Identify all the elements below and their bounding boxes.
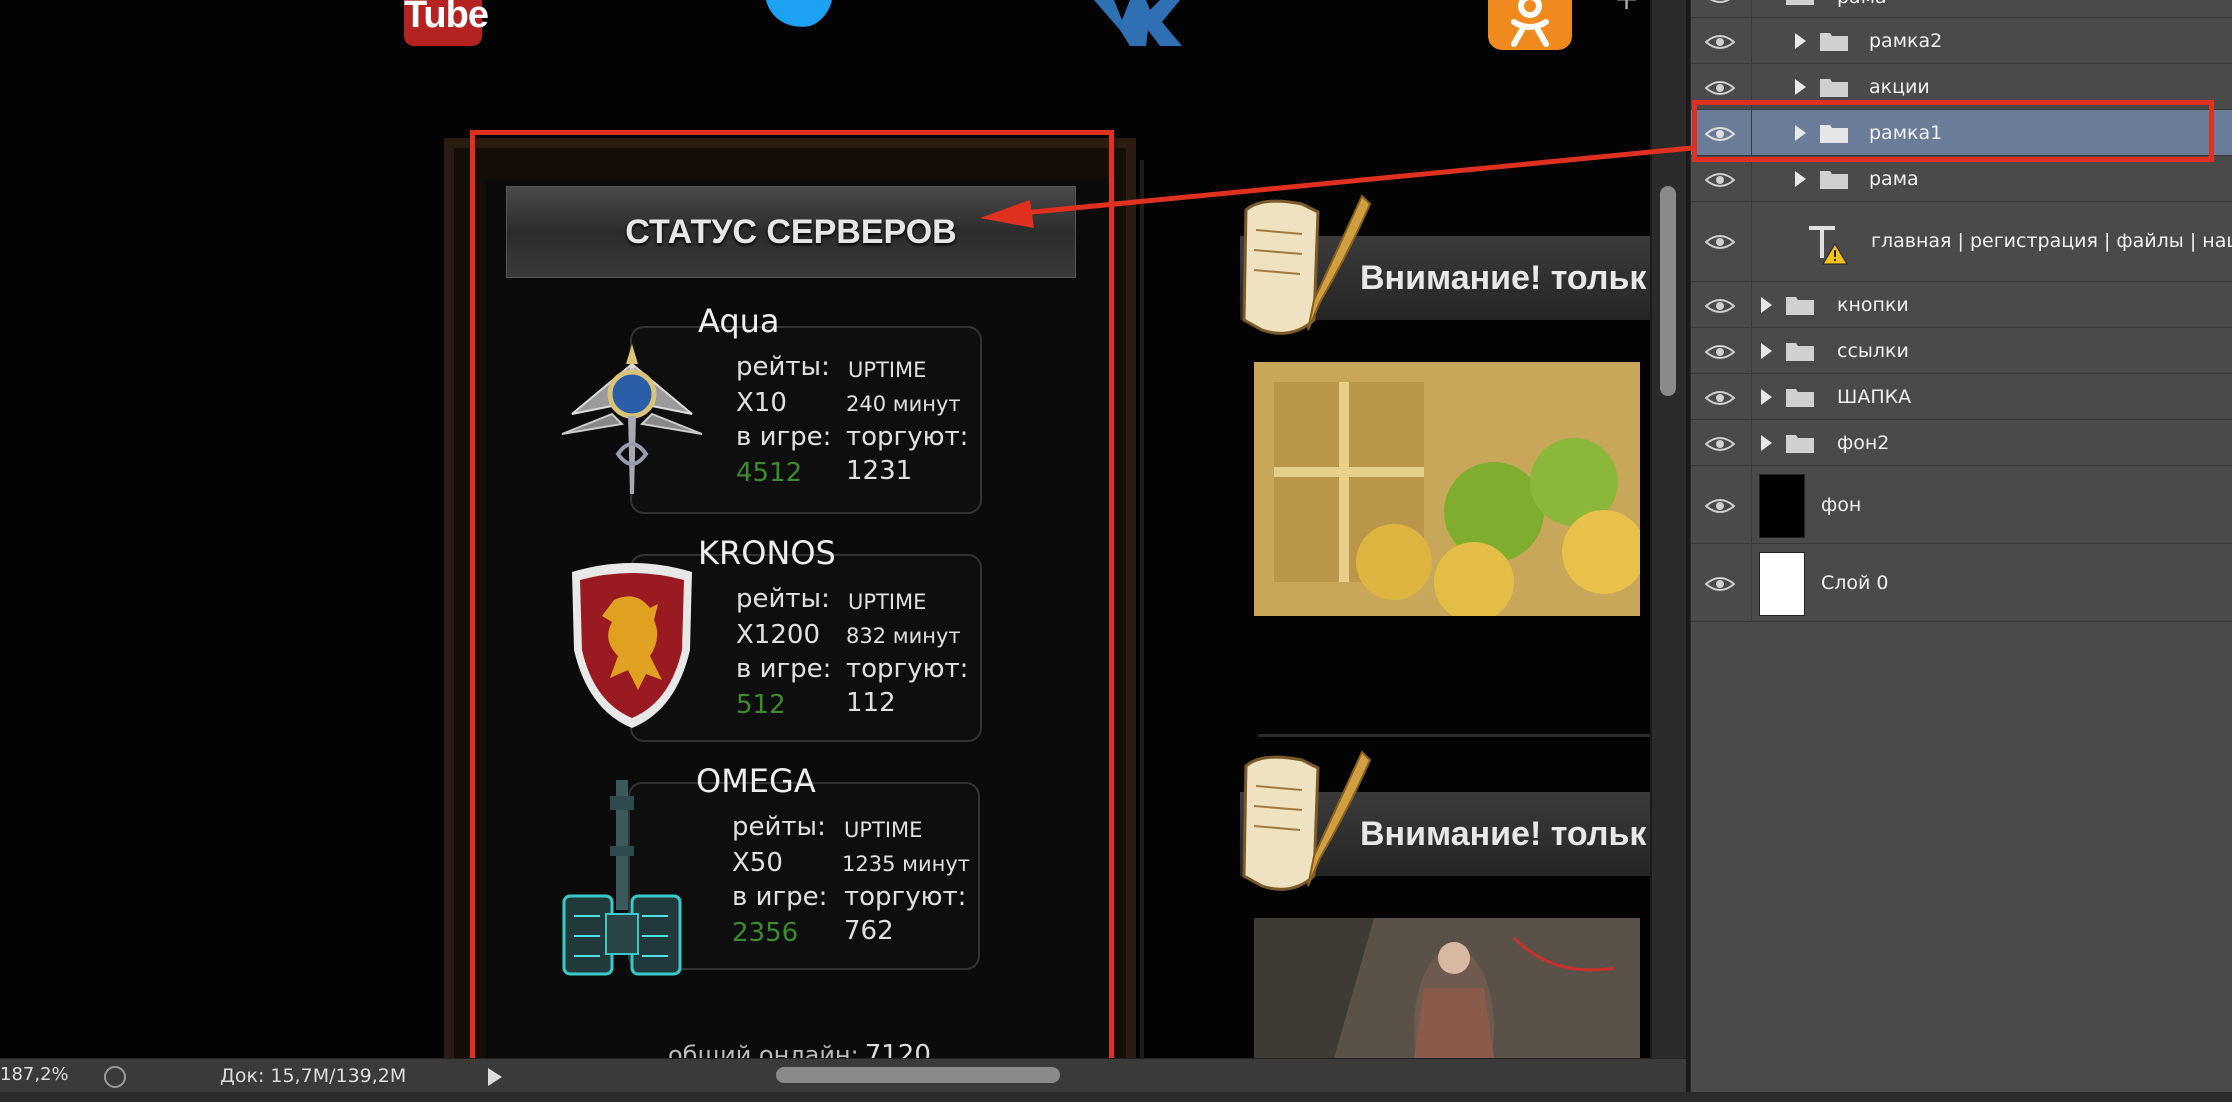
text-layer-icon [1809, 226, 1848, 265]
eye-column-separator [1751, 420, 1752, 465]
eye-column-separator [1751, 202, 1752, 281]
eye-icon[interactable] [1705, 436, 1735, 452]
plus-icon: + [1614, 0, 1639, 17]
layer-row[interactable]: фон [1691, 466, 2232, 544]
status-menu-arrow-icon[interactable] [488, 1068, 502, 1086]
status-bar: 187,2% Док: 15,7M/139,2M [0, 1058, 1686, 1093]
eye-icon[interactable] [1705, 344, 1735, 360]
layer-row[interactable]: кнопки [1691, 282, 2232, 328]
eye-column-separator [1751, 328, 1752, 373]
expand-triangle-icon[interactable] [1761, 297, 1772, 313]
scroll-quill-icon [1242, 750, 1372, 891]
annotation-layer-highlight [1692, 100, 2214, 162]
eye-icon[interactable] [1705, 0, 1735, 4]
eye-icon[interactable] [1705, 390, 1735, 406]
eye-column-separator [1751, 156, 1752, 201]
layer-name: Слой 0 [1821, 572, 1889, 594]
zoom-level[interactable]: 187,2% [0, 1064, 69, 1085]
vk-icon[interactable] [1090, 0, 1186, 46]
folder-icon [1786, 435, 1814, 453]
layer-name: ссылки [1837, 340, 1909, 362]
news-title: Внимание! тольк [1360, 259, 1647, 297]
layer-thumbnail [1759, 474, 1805, 538]
annotation-highlight-box [470, 130, 1114, 1058]
layer-name: рама [1837, 0, 1887, 8]
layer-row[interactable]: рамка2 [1691, 18, 2232, 64]
news-title: Внимание! тольк [1360, 815, 1647, 853]
layer-row[interactable]: ШАПКА [1691, 374, 2232, 420]
layer-name: рамка2 [1869, 30, 1943, 52]
layer-name: фон [1821, 494, 1862, 516]
expand-triangle-icon[interactable] [1795, 33, 1806, 49]
news-separator [1258, 734, 1650, 737]
layer-name: кнопки [1837, 294, 1909, 316]
layer-name: рама [1869, 168, 1919, 190]
eye-icon[interactable] [1705, 576, 1735, 592]
ok-glyph-icon [1511, 0, 1549, 47]
eye-column-separator [1751, 282, 1752, 327]
eye-column-separator [1751, 0, 1752, 17]
youtube-label: Tube [404, 0, 489, 36]
vertical-scroll-thumb[interactable] [1660, 186, 1676, 396]
armored-warrior-image [1254, 918, 1640, 1058]
layer-row[interactable]: фон2 [1691, 420, 2232, 466]
expand-triangle-icon[interactable] [1761, 389, 1772, 405]
layer-row[interactable]: рама [1691, 0, 2232, 18]
layer-row[interactable]: рама [1691, 156, 2232, 202]
christmas-ornaments-image [1254, 362, 1640, 616]
odnoklassniki-icon[interactable] [1488, 0, 1572, 50]
canvas-vertical-scrollbar[interactable] [1652, 0, 1686, 1058]
eye-icon[interactable] [1705, 498, 1735, 514]
eye-icon[interactable] [1705, 234, 1735, 250]
eye-icon[interactable] [1705, 298, 1735, 314]
layers-panel: рама рамка2 акции рамка1 рама [1690, 0, 2232, 1092]
layer-name: акции [1869, 76, 1930, 98]
folder-icon [1786, 0, 1814, 5]
expand-triangle-icon[interactable] [1795, 171, 1806, 187]
folder-icon [1820, 79, 1848, 97]
expand-triangle-icon[interactable] [1761, 343, 1772, 359]
eye-icon[interactable] [1705, 34, 1735, 50]
folder-icon [1786, 343, 1814, 361]
eye-column-separator [1751, 544, 1752, 621]
layer-name: ШАПКА [1837, 386, 1912, 408]
folder-icon [1786, 297, 1814, 315]
layer-row[interactable]: Слой 0 [1691, 544, 2232, 622]
column-divider [1140, 160, 1144, 1058]
layer-row[interactable]: ссылки [1691, 328, 2232, 374]
document-size-info: Док: 15,7M/139,2M [220, 1065, 407, 1087]
folder-icon [1786, 389, 1814, 407]
folder-icon [1820, 33, 1848, 51]
bottom-strip [0, 1092, 2232, 1102]
horizontal-scroll-thumb[interactable] [776, 1067, 1060, 1083]
layer-row[interactable]: главная | регистрация | файлы | наше в [1691, 202, 2232, 282]
eye-icon[interactable] [1705, 172, 1735, 188]
eye-column-separator [1751, 466, 1752, 543]
doc-status-icon[interactable] [104, 1066, 126, 1088]
layer-name: главная | регистрация | файлы | наше в [1871, 230, 2232, 252]
eye-column-separator [1751, 374, 1752, 419]
folder-icon [1820, 171, 1848, 189]
twitter-icon[interactable] [760, 0, 836, 44]
expand-triangle-icon[interactable] [1795, 79, 1806, 95]
eye-icon[interactable] [1705, 80, 1735, 96]
layer-thumbnail [1759, 552, 1805, 616]
eye-column-separator [1751, 18, 1752, 63]
document-canvas[interactable]: Tube + СТАТУС СЕРВЕРОВ Aqua рейты: UPTIM… [0, 0, 1650, 1058]
youtube-icon[interactable]: Tube [404, 0, 489, 46]
scroll-quill-icon [1242, 194, 1372, 335]
expand-triangle-icon[interactable] [1761, 435, 1772, 451]
layer-name: фон2 [1837, 432, 1890, 454]
